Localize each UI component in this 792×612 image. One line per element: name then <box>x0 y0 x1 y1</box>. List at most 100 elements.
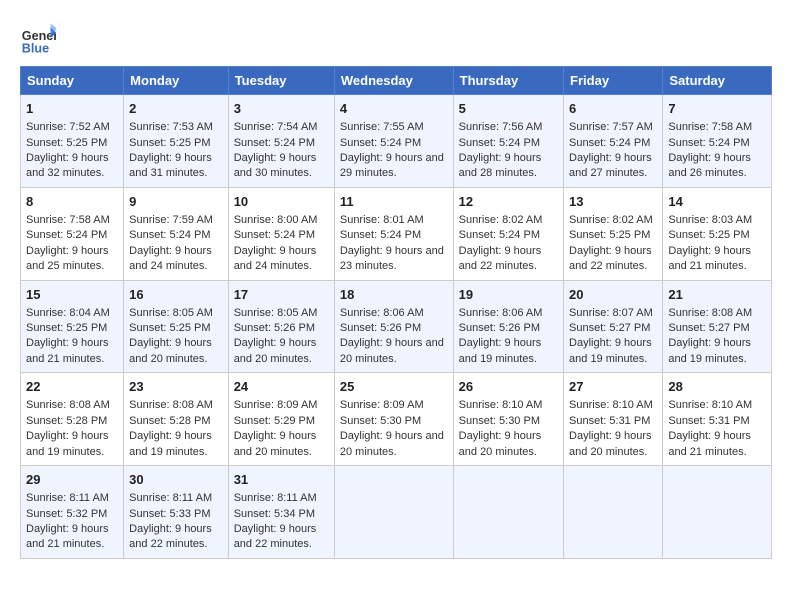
sunset-text: Sunset: 5:25 PM <box>129 322 210 334</box>
sunrise-text: Sunrise: 8:07 AM <box>569 307 653 319</box>
daylight-text: Daylight: 9 hours and 22 minutes. <box>459 245 542 272</box>
day-cell: 29Sunrise: 8:11 AMSunset: 5:32 PMDayligh… <box>21 466 124 559</box>
sunset-text: Sunset: 5:30 PM <box>459 415 540 427</box>
sunrise-text: Sunrise: 7:52 AM <box>26 121 110 133</box>
sunrise-text: Sunrise: 7:56 AM <box>459 121 543 133</box>
column-header-sunday: Sunday <box>21 67 124 95</box>
day-number: 31 <box>234 471 329 489</box>
week-row-2: 8Sunrise: 7:58 AMSunset: 5:24 PMDaylight… <box>21 187 772 280</box>
sunset-text: Sunset: 5:24 PM <box>668 137 749 149</box>
daylight-text: Daylight: 9 hours and 22 minutes. <box>234 523 317 550</box>
day-number: 24 <box>234 378 329 396</box>
day-cell: 16 Sunrise: 8:05 AM Sunset: 5:25 PM Dayligh… <box>124 280 229 373</box>
sunrise-text: Sunrise: 8:11 AM <box>234 492 317 504</box>
sunrise-text: Sunrise: 8:10 AM <box>459 399 543 411</box>
day-cell: 22Sunrise: 8:08 AMSunset: 5:28 PMDayligh… <box>21 373 124 466</box>
day-cell: 17Sunrise: 8:05 AMSunset: 5:26 PMDayligh… <box>228 280 334 373</box>
sunrise-text: Sunrise: 8:02 AM <box>459 214 543 226</box>
sunset-text: Sunset: 5:24 PM <box>234 137 315 149</box>
daylight-text: Daylight: 9 hours and 30 minutes. <box>234 152 317 179</box>
daylight-text: Daylight: 9 hours and 19 minutes. <box>668 337 751 364</box>
day-cell: 1Sunrise: 7:52 AMSunset: 5:25 PMDaylight… <box>21 95 124 188</box>
day-cell <box>663 466 772 559</box>
week-row-3: 15 Sunrise: 8:04 AM Sunset: 5:25 PM Dayligh… <box>21 280 772 373</box>
day-number: 10 <box>234 193 329 211</box>
sunrise-text: Sunrise: 8:08 AM <box>26 399 110 411</box>
sunset-text: Sunset: 5:24 PM <box>459 229 540 241</box>
daylight-text: Daylight: 9 hours and 19 minutes. <box>459 337 542 364</box>
sunset-text: Sunset: 5:25 PM <box>668 229 749 241</box>
sunrise-text: Sunrise: 8:01 AM <box>340 214 424 226</box>
day-number: 1 <box>26 100 118 118</box>
daylight-text: Daylight: 9 hours and 19 minutes. <box>569 337 652 364</box>
sunrise-text: Sunrise: 7:54 AM <box>234 121 318 133</box>
daylight-text: Daylight: 9 hours and 22 minutes. <box>129 523 212 550</box>
day-number: 13 <box>569 193 657 211</box>
day-number: 12 <box>459 193 558 211</box>
column-header-friday: Friday <box>564 67 663 95</box>
day-number: 27 <box>569 378 657 396</box>
sunrise-text: Sunrise: 8:08 AM <box>668 307 752 319</box>
column-header-tuesday: Tuesday <box>228 67 334 95</box>
day-number: 30 <box>129 471 223 489</box>
day-number: 25 <box>340 378 448 396</box>
sunrise-text: Sunrise: 8:11 AM <box>129 492 212 504</box>
daylight-text: Daylight: 9 hours and 27 minutes. <box>569 152 652 179</box>
sunset-text: Sunset: 5:26 PM <box>459 322 540 334</box>
sunrise-text: Sunrise: 7:55 AM <box>340 121 424 133</box>
day-cell: 14Sunrise: 8:03 AMSunset: 5:25 PMDayligh… <box>663 187 772 280</box>
sunset-text: Sunset: 5:26 PM <box>234 322 315 334</box>
column-headers: SundayMondayTuesdayWednesdayThursdayFrid… <box>21 67 772 95</box>
day-cell: 20Sunrise: 8:07 AMSunset: 5:27 PMDayligh… <box>564 280 663 373</box>
daylight-text: Daylight: 9 hours and 26 minutes. <box>668 152 751 179</box>
day-number: 21 <box>668 286 766 304</box>
sunrise-text: Sunrise: 8:11 AM <box>26 492 109 504</box>
sunset-text: Sunset: 5:25 PM <box>26 137 107 149</box>
sunrise-text: Sunrise: 8:03 AM <box>668 214 752 226</box>
day-number: 20 <box>569 286 657 304</box>
day-number: 4 <box>340 100 448 118</box>
column-header-thursday: Thursday <box>453 67 563 95</box>
day-cell: 25Sunrise: 8:09 AMSunset: 5:30 PMDayligh… <box>334 373 453 466</box>
day-cell: 21Sunrise: 8:08 AMSunset: 5:27 PMDayligh… <box>663 280 772 373</box>
day-number: 23 <box>129 378 223 396</box>
sunrise-text: Sunrise: 8:00 AM <box>234 214 318 226</box>
sunset-text: Sunset: 5:24 PM <box>459 137 540 149</box>
sunrise-text: Sunrise: 7:59 AM <box>129 214 213 226</box>
day-cell: 24Sunrise: 8:09 AMSunset: 5:29 PMDayligh… <box>228 373 334 466</box>
day-number: 2 <box>129 100 223 118</box>
day-cell: 3Sunrise: 7:54 AMSunset: 5:24 PMDaylight… <box>228 95 334 188</box>
sunset-text: Sunset: 5:31 PM <box>569 415 650 427</box>
sunrise-text: Sunrise: 7:57 AM <box>569 121 653 133</box>
daylight-text: Daylight: 9 hours and 19 minutes. <box>129 430 212 457</box>
sunrise-text: Sunrise: 8:05 AM <box>129 307 213 319</box>
day-cell: 31Sunrise: 8:11 AMSunset: 5:34 PMDayligh… <box>228 466 334 559</box>
sunrise-text: Sunrise: 8:09 AM <box>340 399 424 411</box>
sunset-text: Sunset: 5:24 PM <box>340 229 421 241</box>
page-header: General Blue <box>20 20 772 56</box>
daylight-text: Daylight: 9 hours and 24 minutes. <box>234 245 317 272</box>
daylight-text: Daylight: 9 hours and 20 minutes. <box>129 337 212 364</box>
sunset-text: Sunset: 5:26 PM <box>340 322 421 334</box>
day-cell <box>334 466 453 559</box>
day-cell: 6Sunrise: 7:57 AMSunset: 5:24 PMDaylight… <box>564 95 663 188</box>
day-number: 15 <box>26 286 118 304</box>
daylight-text: Daylight: 9 hours and 31 minutes. <box>129 152 212 179</box>
day-cell: 19Sunrise: 8:06 AMSunset: 5:26 PMDayligh… <box>453 280 563 373</box>
sunrise-text: Sunrise: 8:04 AM <box>26 307 110 319</box>
day-number: 19 <box>459 286 558 304</box>
day-cell: 23Sunrise: 8:08 AMSunset: 5:28 PMDayligh… <box>124 373 229 466</box>
sunset-text: Sunset: 5:24 PM <box>569 137 650 149</box>
day-cell <box>453 466 563 559</box>
daylight-text: Daylight: 9 hours and 20 minutes. <box>459 430 542 457</box>
daylight-text: Daylight: 9 hours and 21 minutes. <box>26 337 109 364</box>
sunset-text: Sunset: 5:30 PM <box>340 415 421 427</box>
sunset-text: Sunset: 5:28 PM <box>26 415 107 427</box>
day-number: 8 <box>26 193 118 211</box>
sunset-text: Sunset: 5:24 PM <box>340 137 421 149</box>
week-row-1: 1 Sunrise: 7:52 AM Sunset: 5:25 PM Daylight… <box>21 95 772 188</box>
day-cell: 9Sunrise: 7:59 AMSunset: 5:24 PMDaylight… <box>124 187 229 280</box>
daylight-text: Daylight: 9 hours and 20 minutes. <box>569 430 652 457</box>
sunset-text: Sunset: 5:25 PM <box>26 322 107 334</box>
day-number: 16 <box>129 286 223 304</box>
